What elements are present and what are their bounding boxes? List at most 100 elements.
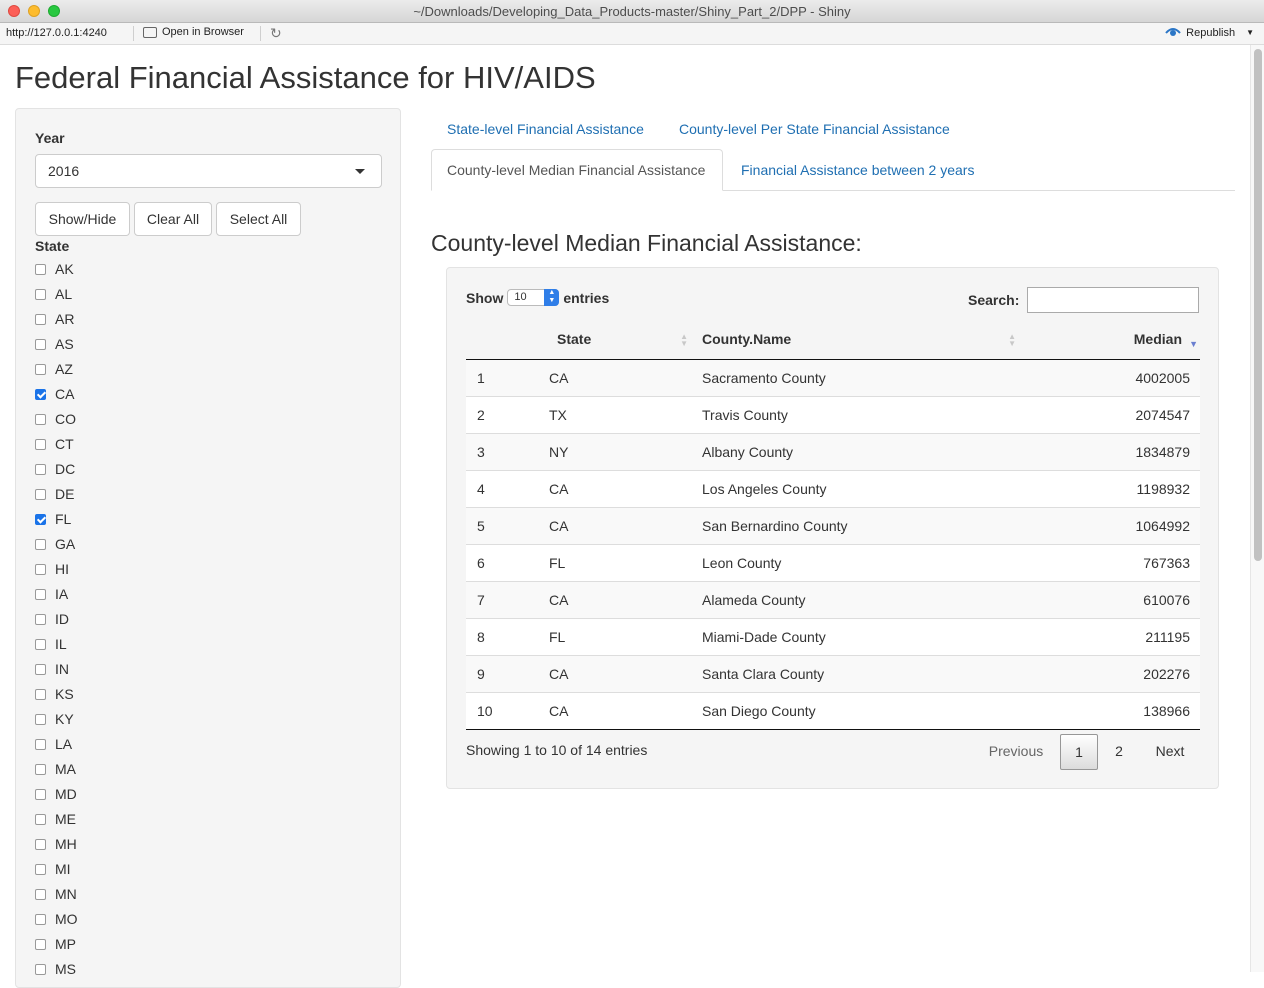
state-checkbox-dc[interactable]: DC bbox=[35, 459, 75, 479]
state-checkbox-az[interactable]: AZ bbox=[35, 359, 73, 379]
page-2-button[interactable]: 2 bbox=[1102, 734, 1136, 770]
state-checkbox-as[interactable]: AS bbox=[35, 334, 74, 354]
state-checkbox-ar[interactable]: AR bbox=[35, 309, 74, 329]
state-checkbox-mp[interactable]: MP bbox=[35, 934, 76, 954]
refresh-icon[interactable]: ↻ bbox=[270, 25, 282, 42]
checkbox-unchecked-icon[interactable] bbox=[35, 588, 46, 600]
tab-county-median[interactable]: County-level Median Financial Assistance bbox=[431, 149, 723, 191]
checkbox-unchecked-icon[interactable] bbox=[35, 663, 46, 675]
checkbox-unchecked-icon[interactable] bbox=[35, 613, 46, 625]
table-row[interactable]: 7 CA Alameda County 610076 bbox=[466, 580, 1200, 618]
minimize-window-button[interactable] bbox=[28, 5, 40, 17]
search-input[interactable] bbox=[1027, 287, 1199, 313]
checkbox-unchecked-icon[interactable] bbox=[35, 788, 46, 800]
scrollbar-thumb[interactable] bbox=[1254, 49, 1262, 561]
checkbox-unchecked-icon[interactable] bbox=[35, 338, 46, 350]
column-header-index bbox=[466, 320, 538, 360]
cell-county: Albany County bbox=[694, 432, 1022, 470]
page-1-button[interactable]: 1 bbox=[1060, 734, 1098, 770]
clear-all-button[interactable]: Clear All bbox=[134, 202, 212, 236]
checkbox-unchecked-icon[interactable] bbox=[35, 938, 46, 950]
state-checkbox-mo[interactable]: MO bbox=[35, 909, 78, 929]
zoom-window-button[interactable] bbox=[48, 5, 60, 17]
column-header-median[interactable]: Median ▼ bbox=[1022, 320, 1200, 360]
state-checkbox-ma[interactable]: MA bbox=[35, 759, 76, 779]
state-checkbox-ga[interactable]: GA bbox=[35, 534, 75, 554]
checkbox-unchecked-icon[interactable] bbox=[35, 538, 46, 550]
state-checkbox-ky[interactable]: KY bbox=[35, 709, 74, 729]
state-checkbox-in[interactable]: IN bbox=[35, 659, 69, 679]
table-row[interactable]: 10 CA San Diego County 138966 bbox=[466, 691, 1200, 730]
table-row[interactable]: 2 TX Travis County 2074547 bbox=[466, 395, 1200, 433]
state-checkbox-fl[interactable]: FL bbox=[35, 509, 71, 529]
table-row[interactable]: 6 FL Leon County 767363 bbox=[466, 543, 1200, 581]
checkbox-unchecked-icon[interactable] bbox=[35, 638, 46, 650]
checkbox-unchecked-icon[interactable] bbox=[35, 463, 46, 475]
year-select[interactable]: 2016 bbox=[35, 154, 382, 188]
state-checkbox-ms[interactable]: MS bbox=[35, 959, 76, 979]
column-header-state[interactable]: State ▲ ▼ bbox=[538, 320, 694, 360]
state-checkbox-label: LA bbox=[55, 736, 73, 752]
checkbox-checked-icon[interactable] bbox=[35, 513, 46, 525]
checkbox-unchecked-icon[interactable] bbox=[35, 963, 46, 975]
cell-median: 1198932 bbox=[1022, 469, 1200, 507]
republish-button[interactable]: Republish ▼ bbox=[1165, 26, 1254, 39]
window-title: ~/Downloads/Developing_Data_Products-mas… bbox=[413, 4, 851, 19]
checkbox-unchecked-icon[interactable] bbox=[35, 688, 46, 700]
state-checkbox-mh[interactable]: MH bbox=[35, 834, 77, 854]
page-length-select[interactable]: 10 ▲ ▼ bbox=[507, 289, 560, 306]
table-row[interactable]: 1 CA Sacramento County 4002005 bbox=[466, 359, 1200, 396]
state-checkbox-hi[interactable]: HI bbox=[35, 559, 69, 579]
state-checkbox-il[interactable]: IL bbox=[35, 634, 67, 654]
previous-page-button[interactable]: Previous bbox=[981, 734, 1051, 770]
vertical-scrollbar[interactable] bbox=[1250, 45, 1264, 972]
checkbox-unchecked-icon[interactable] bbox=[35, 838, 46, 850]
state-checkbox-ca[interactable]: CA bbox=[35, 384, 74, 404]
state-checkbox-mn[interactable]: MN bbox=[35, 884, 77, 904]
state-checkbox-ct[interactable]: CT bbox=[35, 434, 74, 454]
next-page-button[interactable]: Next bbox=[1142, 734, 1198, 770]
table-row[interactable]: 9 CA Santa Clara County 202276 bbox=[466, 654, 1200, 692]
checkbox-unchecked-icon[interactable] bbox=[35, 413, 46, 425]
open-in-browser-button[interactable]: Open in Browser bbox=[143, 26, 244, 38]
checkbox-unchecked-icon[interactable] bbox=[35, 713, 46, 725]
column-header-county[interactable]: County.Name ▲ ▼ bbox=[694, 320, 1022, 360]
checkbox-unchecked-icon[interactable] bbox=[35, 263, 46, 275]
tab-between-years[interactable]: Financial Assistance between 2 years bbox=[741, 162, 974, 178]
checkbox-unchecked-icon[interactable] bbox=[35, 363, 46, 375]
state-checkbox-ak[interactable]: AK bbox=[35, 259, 74, 279]
checkbox-unchecked-icon[interactable] bbox=[35, 313, 46, 325]
state-checkbox-co[interactable]: CO bbox=[35, 409, 76, 429]
table-row[interactable]: 5 CA San Bernardino County 1064992 bbox=[466, 506, 1200, 544]
table-row[interactable]: 4 CA Los Angeles County 1198932 bbox=[466, 469, 1200, 507]
checkbox-unchecked-icon[interactable] bbox=[35, 888, 46, 900]
state-checkbox-id[interactable]: ID bbox=[35, 609, 69, 629]
state-checkbox-la[interactable]: LA bbox=[35, 734, 72, 754]
show-hide-button[interactable]: Show/Hide bbox=[35, 202, 130, 236]
cell-county: Sacramento County bbox=[694, 359, 1022, 396]
state-checkbox-de[interactable]: DE bbox=[35, 484, 74, 504]
checkbox-unchecked-icon[interactable] bbox=[35, 863, 46, 875]
state-checkbox-ia[interactable]: IA bbox=[35, 584, 68, 604]
state-checkbox-ks[interactable]: KS bbox=[35, 684, 74, 704]
checkbox-unchecked-icon[interactable] bbox=[35, 288, 46, 300]
table-row[interactable]: 8 FL Miami-Dade County 211195 bbox=[466, 617, 1200, 655]
checkbox-unchecked-icon[interactable] bbox=[35, 438, 46, 450]
tab-county-per-state[interactable]: County-level Per State Financial Assista… bbox=[679, 121, 950, 137]
select-all-button[interactable]: Select All bbox=[216, 202, 301, 236]
checkbox-unchecked-icon[interactable] bbox=[35, 813, 46, 825]
tab-state-level[interactable]: State-level Financial Assistance bbox=[447, 121, 644, 137]
checkbox-unchecked-icon[interactable] bbox=[35, 488, 46, 500]
close-window-button[interactable] bbox=[8, 5, 20, 17]
state-checkbox-al[interactable]: AL bbox=[35, 284, 72, 304]
state-checkbox-md[interactable]: MD bbox=[35, 784, 77, 804]
checkbox-unchecked-icon[interactable] bbox=[35, 738, 46, 750]
checkbox-checked-icon[interactable] bbox=[35, 388, 46, 400]
checkbox-unchecked-icon[interactable] bbox=[35, 563, 46, 575]
checkbox-unchecked-icon[interactable] bbox=[35, 763, 46, 775]
state-checkbox-mi[interactable]: MI bbox=[35, 859, 71, 879]
republish-label: Republish bbox=[1186, 26, 1236, 39]
state-checkbox-me[interactable]: ME bbox=[35, 809, 76, 829]
checkbox-unchecked-icon[interactable] bbox=[35, 913, 46, 925]
table-row[interactable]: 3 NY Albany County 1834879 bbox=[466, 432, 1200, 470]
